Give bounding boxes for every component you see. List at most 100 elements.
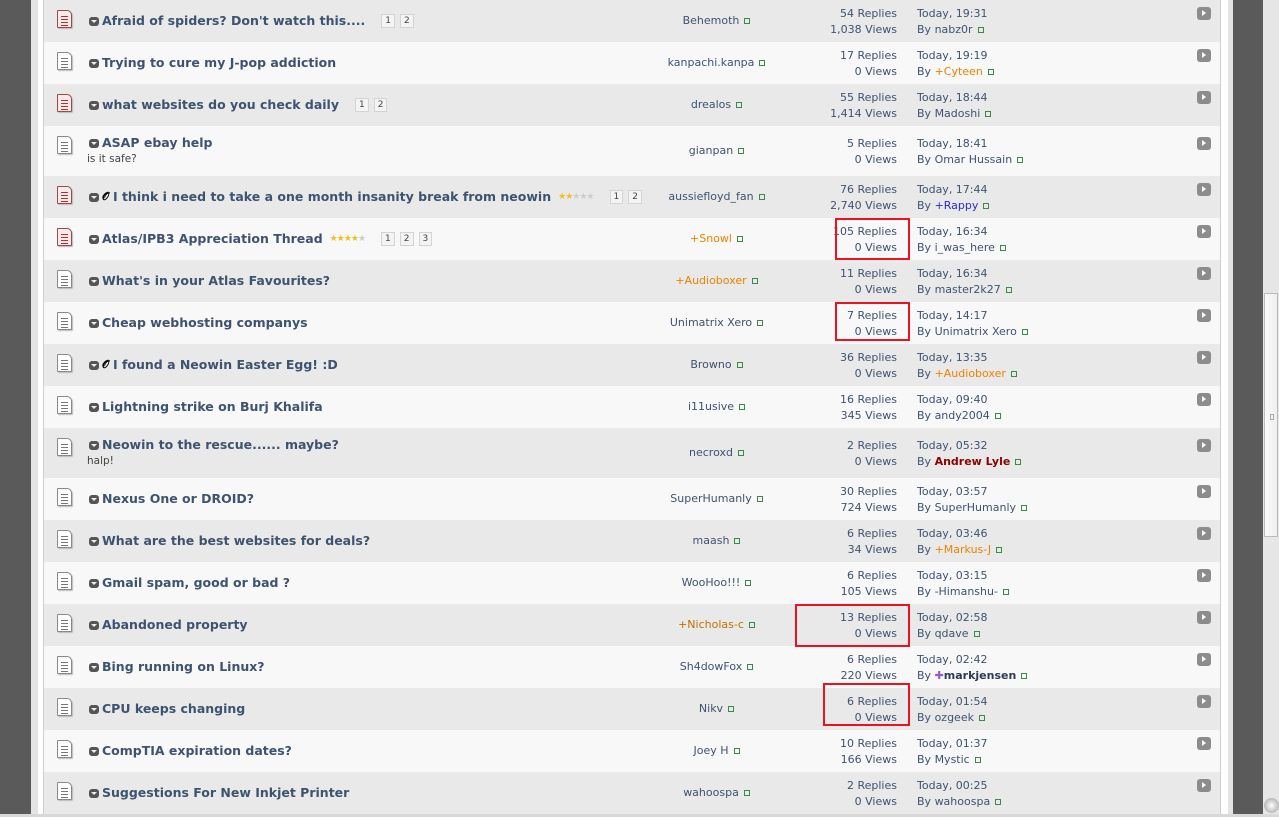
page-link[interactable]: 1 xyxy=(381,231,395,246)
topic-options-toggle-icon[interactable] xyxy=(89,537,99,546)
go-to-last-post-button[interactable] xyxy=(1197,137,1211,150)
last-post-date[interactable]: Today, 02:42 xyxy=(917,652,1027,668)
go-to-last-post-button[interactable] xyxy=(1197,653,1211,666)
go-to-last-post-button[interactable] xyxy=(1197,91,1211,104)
page-link[interactable]: 2 xyxy=(373,97,388,112)
topic-options-toggle-icon[interactable] xyxy=(89,789,99,798)
go-to-last-post-button[interactable] xyxy=(1197,527,1211,540)
profile-popup-icon[interactable] xyxy=(985,111,992,117)
go-to-last-post-button[interactable] xyxy=(1197,611,1211,624)
topic-title-link[interactable]: Atlas/IPB3 Appreciation Thread xyxy=(102,231,323,246)
go-to-last-post-button[interactable] xyxy=(1197,737,1211,750)
profile-popup-icon[interactable] xyxy=(757,320,764,326)
go-to-last-post-button[interactable] xyxy=(1197,351,1211,364)
go-to-last-post-button[interactable] xyxy=(1197,695,1211,708)
profile-popup-icon[interactable] xyxy=(973,631,980,637)
last-poster-link[interactable]: +Audioboxer xyxy=(935,367,1006,380)
last-poster-link[interactable]: Mystic xyxy=(935,753,970,766)
last-post-date[interactable]: Today, 01:37 xyxy=(917,736,988,752)
profile-popup-icon[interactable] xyxy=(739,404,746,410)
go-to-last-post-button[interactable] xyxy=(1197,49,1211,62)
starter-link[interactable]: SuperHumanly xyxy=(670,492,751,505)
last-post-date[interactable]: Today, 03:46 xyxy=(917,526,1002,542)
profile-popup-icon[interactable] xyxy=(1021,505,1028,511)
profile-popup-icon[interactable] xyxy=(733,748,740,754)
profile-popup-icon[interactable] xyxy=(748,622,755,628)
starter-link[interactable]: Unimatrix Xero xyxy=(670,316,752,329)
page-link[interactable]: 1 xyxy=(381,13,395,28)
last-post-date[interactable]: Today, 05:32 xyxy=(917,438,1021,454)
starter-link[interactable]: Behemoth xyxy=(683,14,740,27)
profile-popup-icon[interactable] xyxy=(758,194,765,200)
profile-popup-icon[interactable] xyxy=(751,278,758,284)
last-poster-link[interactable]: markjensen xyxy=(944,669,1017,682)
topic-options-toggle-icon[interactable] xyxy=(89,59,99,68)
topic-title-link[interactable]: Trying to cure my J-pop addiction xyxy=(102,55,336,70)
last-post-date[interactable]: Today, 13:35 xyxy=(917,350,1017,366)
go-to-last-post-button[interactable] xyxy=(1197,779,1211,792)
starter-link[interactable]: +Snowl xyxy=(690,232,732,245)
go-to-last-post-button[interactable] xyxy=(1197,7,1211,20)
resize-corner-icon[interactable] xyxy=(1264,798,1279,813)
profile-popup-icon[interactable] xyxy=(744,18,751,24)
last-post-date[interactable]: Today, 09:40 xyxy=(917,392,1001,408)
profile-popup-icon[interactable] xyxy=(756,496,763,502)
last-poster-link[interactable]: Andrew Lyle xyxy=(935,455,1011,468)
starter-link[interactable]: wahoospa xyxy=(683,786,739,799)
starter-link[interactable]: Nikv xyxy=(699,702,723,715)
last-post-date[interactable]: Today, 18:41 xyxy=(917,136,1023,152)
last-poster-link[interactable]: Omar Hussain xyxy=(935,153,1013,166)
topic-options-toggle-icon[interactable] xyxy=(89,361,99,370)
topic-options-toggle-icon[interactable] xyxy=(89,277,99,286)
last-poster-link[interactable]: Madoshi xyxy=(935,107,981,120)
profile-popup-icon[interactable] xyxy=(983,203,990,209)
last-post-date[interactable]: Today, 16:34 xyxy=(917,266,1012,282)
last-post-date[interactable]: Today, 16:34 xyxy=(917,224,1006,240)
topic-title-link[interactable]: Nexus One or DROID? xyxy=(102,491,254,506)
topic-title-link[interactable]: I found a Neowin Easter Egg! :D xyxy=(113,357,338,372)
profile-popup-icon[interactable] xyxy=(974,757,981,763)
page-link[interactable]: 2 xyxy=(399,231,414,246)
starter-link[interactable]: necroxd xyxy=(689,446,733,459)
last-poster-link[interactable]: +Cyteen xyxy=(935,65,983,78)
topic-options-toggle-icon[interactable] xyxy=(89,319,99,328)
profile-popup-icon[interactable] xyxy=(736,102,743,108)
last-poster-link[interactable]: +Markus-J xyxy=(935,543,992,556)
profile-popup-icon[interactable] xyxy=(1021,329,1028,335)
go-to-last-post-button[interactable] xyxy=(1197,183,1211,196)
profile-popup-icon[interactable] xyxy=(987,69,994,75)
starter-link[interactable]: Joey H xyxy=(693,744,728,757)
topic-options-toggle-icon[interactable] xyxy=(89,235,99,244)
last-poster-link[interactable]: +Rappy xyxy=(935,199,979,212)
starter-link[interactable]: Browno xyxy=(690,358,731,371)
starter-link[interactable]: Sh4dowFox xyxy=(680,660,743,673)
profile-popup-icon[interactable] xyxy=(736,362,743,368)
profile-popup-icon[interactable] xyxy=(995,799,1002,805)
topic-title-link[interactable]: Lightning strike on Burj Khalifa xyxy=(102,399,323,414)
starter-link[interactable]: +Nicholas-c xyxy=(678,618,744,631)
topic-title-link[interactable]: Abandoned property xyxy=(102,617,248,632)
page-link[interactable]: 1 xyxy=(355,97,369,112)
topic-options-toggle-icon[interactable] xyxy=(89,663,99,672)
topic-title-link[interactable]: What are the best websites for deals? xyxy=(102,533,370,548)
profile-popup-icon[interactable] xyxy=(1021,673,1028,679)
topic-title-link[interactable]: Bing running on Linux? xyxy=(102,659,265,674)
profile-popup-icon[interactable] xyxy=(737,450,744,456)
page-link[interactable]: 3 xyxy=(418,231,433,246)
profile-popup-icon[interactable] xyxy=(1002,589,1009,595)
topic-title-link[interactable]: I think i need to take a one month insan… xyxy=(113,189,551,204)
topic-title-link[interactable]: ASAP ebay help xyxy=(102,135,212,150)
last-poster-link[interactable]: nabz0r xyxy=(935,23,973,36)
profile-popup-icon[interactable] xyxy=(994,413,1001,419)
last-poster-link[interactable]: master2k27 xyxy=(935,283,1001,296)
starter-link[interactable]: kanpachi.kanpa xyxy=(668,56,755,69)
go-to-last-post-button[interactable] xyxy=(1197,309,1211,322)
topic-title-link[interactable]: What's in your Atlas Favourites? xyxy=(102,273,330,288)
last-post-date[interactable]: Today, 18:44 xyxy=(917,90,991,106)
go-to-last-post-button[interactable] xyxy=(1197,393,1211,406)
topic-options-toggle-icon[interactable] xyxy=(89,441,99,450)
topic-options-toggle-icon[interactable] xyxy=(89,139,99,148)
topic-options-toggle-icon[interactable] xyxy=(89,579,99,588)
profile-popup-icon[interactable] xyxy=(759,60,766,66)
profile-popup-icon[interactable] xyxy=(996,547,1003,553)
